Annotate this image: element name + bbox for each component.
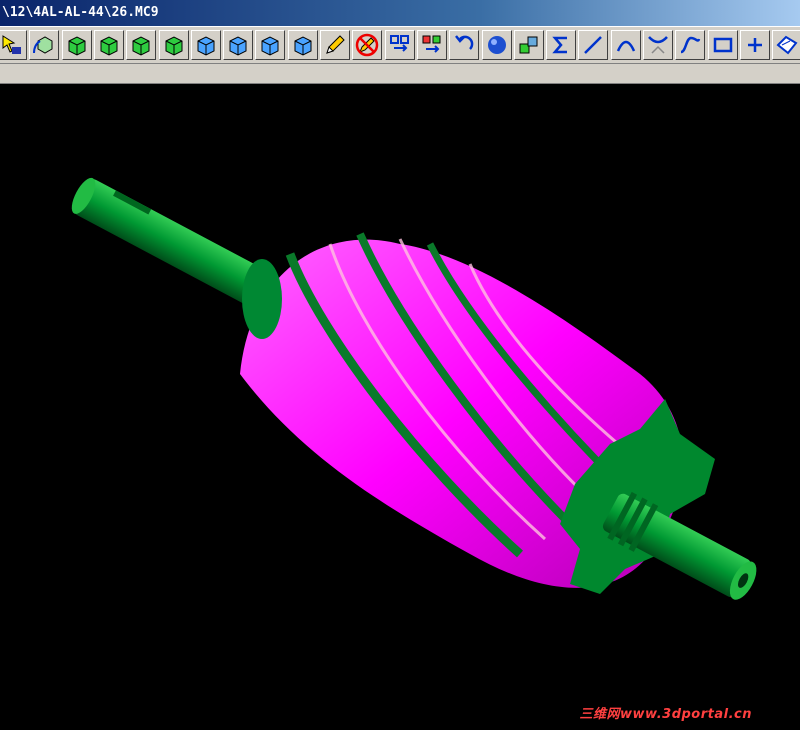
line-icon bbox=[584, 36, 603, 54]
no-pencil-icon bbox=[356, 33, 379, 57]
rectangle-icon bbox=[713, 37, 732, 53]
translate-button[interactable] bbox=[384, 30, 415, 60]
layers-button[interactable] bbox=[513, 30, 544, 60]
cube-green-3-button[interactable] bbox=[126, 30, 157, 60]
cube-green-4-button[interactable] bbox=[158, 30, 189, 60]
cube-blue-2-icon bbox=[229, 36, 247, 56]
sigma-icon bbox=[552, 36, 568, 54]
cube-blue-4-button[interactable] bbox=[287, 30, 318, 60]
cube-green-2-icon bbox=[100, 36, 118, 56]
line-button[interactable] bbox=[578, 30, 609, 60]
cube-blue-3-icon bbox=[261, 36, 279, 56]
left-end-disk bbox=[242, 259, 282, 339]
spline-button[interactable] bbox=[675, 30, 706, 60]
surface-icon bbox=[776, 35, 798, 55]
select-entity-button[interactable] bbox=[0, 30, 27, 60]
cube-green-1-icon bbox=[68, 36, 86, 56]
arc-button[interactable] bbox=[610, 30, 641, 60]
secondary-toolbar-strip bbox=[0, 64, 800, 84]
arc-icon bbox=[616, 40, 635, 52]
sphere-button[interactable] bbox=[481, 30, 512, 60]
point-plus-icon bbox=[747, 38, 762, 52]
sigma-button[interactable] bbox=[546, 30, 577, 60]
surface-button[interactable] bbox=[772, 30, 800, 60]
pencil-icon bbox=[326, 35, 345, 54]
select-entity-icon bbox=[2, 35, 21, 54]
cube-green-1-button[interactable] bbox=[61, 30, 92, 60]
fillet-icon bbox=[648, 36, 668, 54]
spline-icon bbox=[680, 36, 701, 54]
cube-blue-1-icon bbox=[197, 36, 215, 56]
sphere-icon bbox=[487, 36, 506, 54]
graphics-viewport[interactable]: 三维网www.3dportal.cn bbox=[0, 84, 800, 730]
view-cube-rotate-button[interactable] bbox=[29, 30, 60, 60]
cube-blue-1-button[interactable] bbox=[190, 30, 221, 60]
cube-blue-4-icon bbox=[294, 36, 312, 56]
window-title: \12\4AL-AL-44\26.MC9 bbox=[2, 5, 159, 20]
pencil-button[interactable] bbox=[320, 30, 350, 60]
screw-rotor-model bbox=[71, 177, 757, 600]
watermark: 三维网www.3dportal.cn bbox=[579, 707, 752, 722]
cube-green-4-icon bbox=[165, 36, 182, 56]
cube-blue-3-button[interactable] bbox=[255, 30, 286, 60]
no-pencil-button[interactable] bbox=[352, 30, 383, 60]
cube-green-3-icon bbox=[132, 36, 150, 56]
undo-icon bbox=[455, 35, 474, 50]
undo-button[interactable] bbox=[449, 30, 480, 60]
window-title-bar: \12\4AL-AL-44\26.MC9 bbox=[0, 0, 800, 26]
point-plus-button[interactable] bbox=[739, 30, 770, 60]
view-cube-rotate-icon bbox=[33, 36, 53, 54]
copy-translate-icon bbox=[422, 35, 441, 53]
rectangle-button[interactable] bbox=[707, 30, 738, 60]
translate-icon bbox=[389, 35, 409, 52]
copy-translate-button[interactable] bbox=[416, 30, 447, 60]
cube-blue-2-button[interactable] bbox=[223, 30, 254, 60]
main-toolbar bbox=[0, 26, 800, 64]
fillet-button[interactable] bbox=[643, 30, 673, 60]
layers-icon bbox=[519, 36, 538, 54]
cube-green-2-button[interactable] bbox=[93, 30, 124, 60]
